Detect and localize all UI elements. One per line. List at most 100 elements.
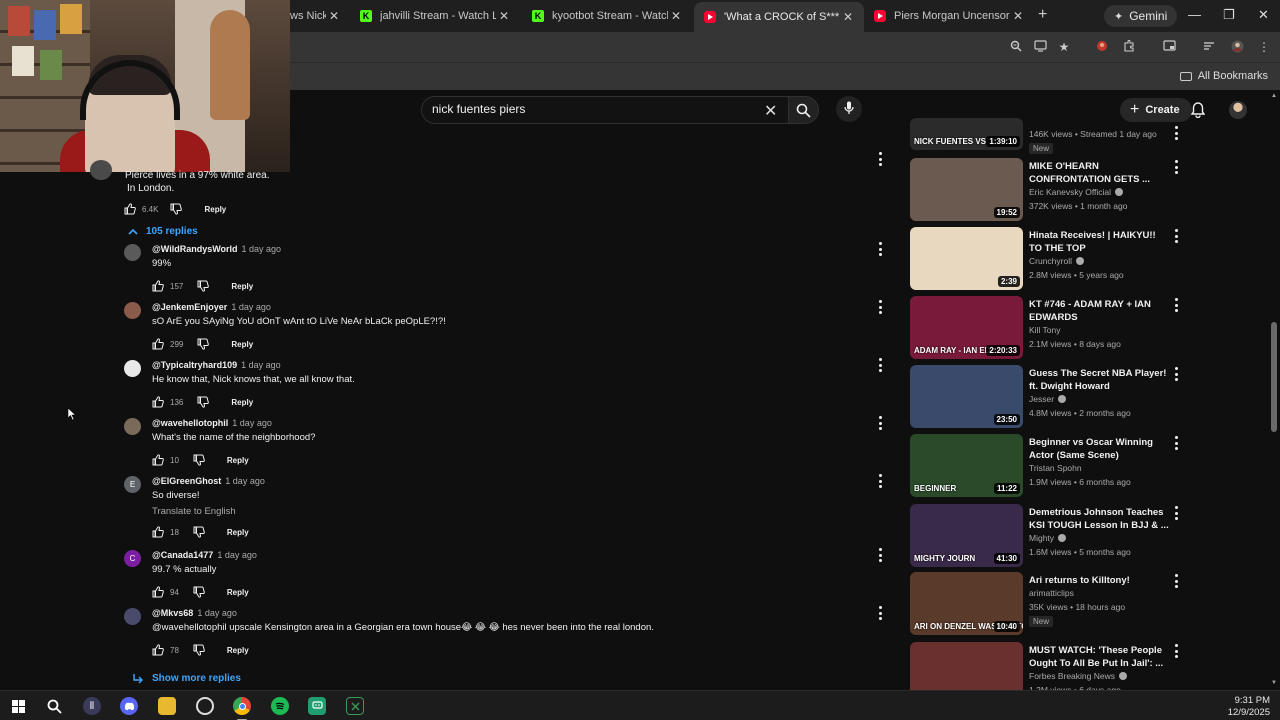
- recommended-video[interactable]: ADAM RAY - IAN ED 2:20:33 KT #746 - ADAM R…: [910, 296, 1190, 360]
- video-channel[interactable]: Tristan Spohn: [1029, 463, 1082, 473]
- thumbs-down-icon[interactable]: [193, 526, 205, 538]
- video-more-options-icon[interactable]: [1174, 574, 1178, 588]
- comment-more-options-icon[interactable]: [878, 152, 882, 166]
- search-button[interactable]: [789, 96, 819, 124]
- video-thumbnail[interactable]: 2:39: [910, 227, 1023, 290]
- show-more-replies-button[interactable]: Show more replies: [132, 673, 241, 684]
- comment-timestamp[interactable]: 1 day ago: [241, 360, 281, 370]
- audio-app-icon[interactable]: ⦀: [83, 697, 101, 715]
- close-tab-icon[interactable]: ✕: [1010, 9, 1026, 23]
- close-tab-icon[interactable]: ✕: [496, 9, 512, 23]
- browser-tab-active[interactable]: 'What a CROCK of S***!' Piers ✕: [694, 2, 864, 32]
- thumbs-up-icon[interactable]: [152, 280, 164, 292]
- comment-timestamp[interactable]: 1 day ago: [231, 302, 271, 312]
- bookmark-star-icon[interactable]: ★: [1057, 40, 1071, 54]
- translate-button[interactable]: Translate to English: [152, 506, 236, 517]
- search-input[interactable]: [432, 102, 752, 116]
- commenter-avatar[interactable]: [124, 360, 141, 377]
- reply-button[interactable]: Reply: [227, 456, 249, 465]
- comment-author[interactable]: @wavehellotophil: [152, 418, 228, 428]
- browser-tab[interactable]: K kyootbot Stream - Watch Live ✕: [522, 4, 692, 28]
- comment-author[interactable]: @Typicaltryhard109: [152, 360, 237, 370]
- browser-tab[interactable]: ws Nick ✕: [288, 4, 350, 28]
- recommended-video[interactable]: 2:39 Hinata Receives! | HAIKYU!! TO THE T…: [910, 227, 1190, 291]
- video-more-options-icon[interactable]: [1174, 506, 1178, 520]
- video-title[interactable]: KT #746 - ADAM RAY + IAN EDWARDS: [1029, 298, 1169, 324]
- reply-button[interactable]: Reply: [227, 646, 249, 655]
- reply-button[interactable]: Reply: [204, 205, 226, 214]
- thumbs-down-icon[interactable]: [197, 280, 210, 292]
- zoom-icon[interactable]: [1009, 40, 1023, 54]
- comment-timestamp[interactable]: 1 day ago: [197, 608, 237, 618]
- video-title[interactable]: MUST WATCH: 'These People Ought To All B…: [1029, 644, 1169, 670]
- comment-timestamp[interactable]: 1 day ago: [225, 476, 265, 486]
- profile-avatar-icon[interactable]: [1230, 40, 1244, 54]
- video-thumbnail[interactable]: MIGHTY JOURN 41:30: [910, 504, 1023, 567]
- video-thumbnail[interactable]: ARI ON DENZEL WASHINGTON AND10:40: [910, 572, 1023, 635]
- comment-author[interactable]: @Mkvs68: [152, 608, 193, 618]
- chrome-icon[interactable]: [233, 697, 251, 715]
- video-title[interactable]: Beginner vs Oscar Winning Actor (Same Sc…: [1029, 436, 1169, 462]
- extensions-puzzle-icon[interactable]: [1122, 39, 1136, 54]
- video-channel[interactable]: Forbes Breaking News: [1029, 671, 1127, 681]
- reply-button[interactable]: Reply: [231, 282, 253, 291]
- replies-toggle[interactable]: 105 replies: [128, 226, 198, 237]
- scroll-up-arrow-icon[interactable]: ▲: [1271, 93, 1277, 99]
- video-channel[interactable]: Mighty: [1029, 533, 1067, 543]
- gemini-button[interactable]: ✦ Gemini: [1104, 5, 1178, 27]
- parent-comment-avatar[interactable]: [90, 160, 112, 180]
- taskbar-search-icon[interactable]: [45, 697, 63, 715]
- thumbs-up-icon[interactable]: [124, 203, 136, 215]
- recommended-video[interactable]: BEGINNER 11:22 Beginner vs Oscar Winning A…: [910, 434, 1190, 498]
- spotify-icon[interactable]: [271, 697, 289, 715]
- comment-more-options-icon[interactable]: [878, 606, 882, 620]
- comment-timestamp[interactable]: 1 day ago: [242, 244, 282, 254]
- new-tab-button[interactable]: +: [1038, 6, 1047, 24]
- terminal-app-icon[interactable]: [346, 697, 364, 715]
- recommended-video[interactable]: 23:50 Guess The Secret NBA Player! ft. Dw…: [910, 365, 1190, 429]
- install-app-icon[interactable]: [1033, 40, 1047, 54]
- discord-icon[interactable]: [120, 697, 138, 715]
- file-explorer-icon[interactable]: [158, 697, 176, 715]
- thumbs-up-icon[interactable]: [152, 454, 164, 466]
- recommended-video[interactable]: ARI ON DENZEL WASHINGTON AND10:40 Ari ret…: [910, 572, 1190, 636]
- reply-button[interactable]: Reply: [227, 528, 249, 537]
- commenter-avatar[interactable]: [124, 244, 141, 261]
- thumbs-down-icon[interactable]: [193, 644, 205, 656]
- thumbs-down-icon[interactable]: [197, 396, 210, 408]
- all-bookmarks-button[interactable]: All Bookmarks: [1179, 70, 1268, 82]
- windows-start-icon[interactable]: [9, 697, 27, 715]
- comment-author[interactable]: @WildRandysWorld: [152, 244, 238, 254]
- video-title[interactable]: Demetrious Johnson Teaches KSI TOUGH Les…: [1029, 506, 1169, 532]
- recommended-video[interactable]: MIGHTY JOURN 41:30 Demetrious Johnson Teac…: [910, 504, 1190, 568]
- obs-icon[interactable]: [196, 697, 214, 715]
- commenter-avatar[interactable]: [124, 418, 141, 435]
- voice-search-button[interactable]: [836, 96, 862, 122]
- video-more-options-icon[interactable]: [1174, 229, 1178, 243]
- comment-more-options-icon[interactable]: [878, 548, 882, 562]
- thumbs-up-icon[interactable]: [152, 338, 164, 350]
- video-channel[interactable]: Jesser: [1029, 394, 1067, 404]
- system-clock[interactable]: 9:31 PM 12/9/2025: [1228, 695, 1270, 719]
- video-title[interactable]: MIKE O'HEARN CONFRONTATION GETS ...: [1029, 160, 1169, 186]
- thumbs-down-icon[interactable]: [197, 338, 210, 350]
- chrome-menu-icon[interactable]: ⋮: [1257, 40, 1271, 54]
- comment-timestamp[interactable]: 1 day ago: [232, 418, 272, 428]
- thumbs-down-icon[interactable]: [170, 203, 183, 215]
- thumbs-up-icon[interactable]: [152, 644, 164, 656]
- video-thumbnail[interactable]: 19:52: [910, 158, 1023, 221]
- commenter-avatar[interactable]: [124, 302, 141, 319]
- video-thumbnail[interactable]: BEGINNER 11:22: [910, 434, 1023, 497]
- extension-icon[interactable]: [1095, 40, 1109, 54]
- reply-button[interactable]: Reply: [227, 588, 249, 597]
- chat-app-icon[interactable]: [308, 697, 326, 715]
- video-thumbnail[interactable]: 23:50: [910, 365, 1023, 428]
- thumbs-up-icon[interactable]: [152, 396, 164, 408]
- commenter-avatar[interactable]: C: [124, 550, 141, 567]
- comment-author[interactable]: @JenkemEnjoyer: [152, 302, 227, 312]
- close-window-icon[interactable]: ✕: [1258, 7, 1269, 23]
- thumbs-down-icon[interactable]: [193, 586, 205, 598]
- account-avatar[interactable]: [1229, 101, 1247, 119]
- comment-more-options-icon[interactable]: [878, 416, 882, 430]
- video-more-options-icon[interactable]: [1174, 436, 1178, 450]
